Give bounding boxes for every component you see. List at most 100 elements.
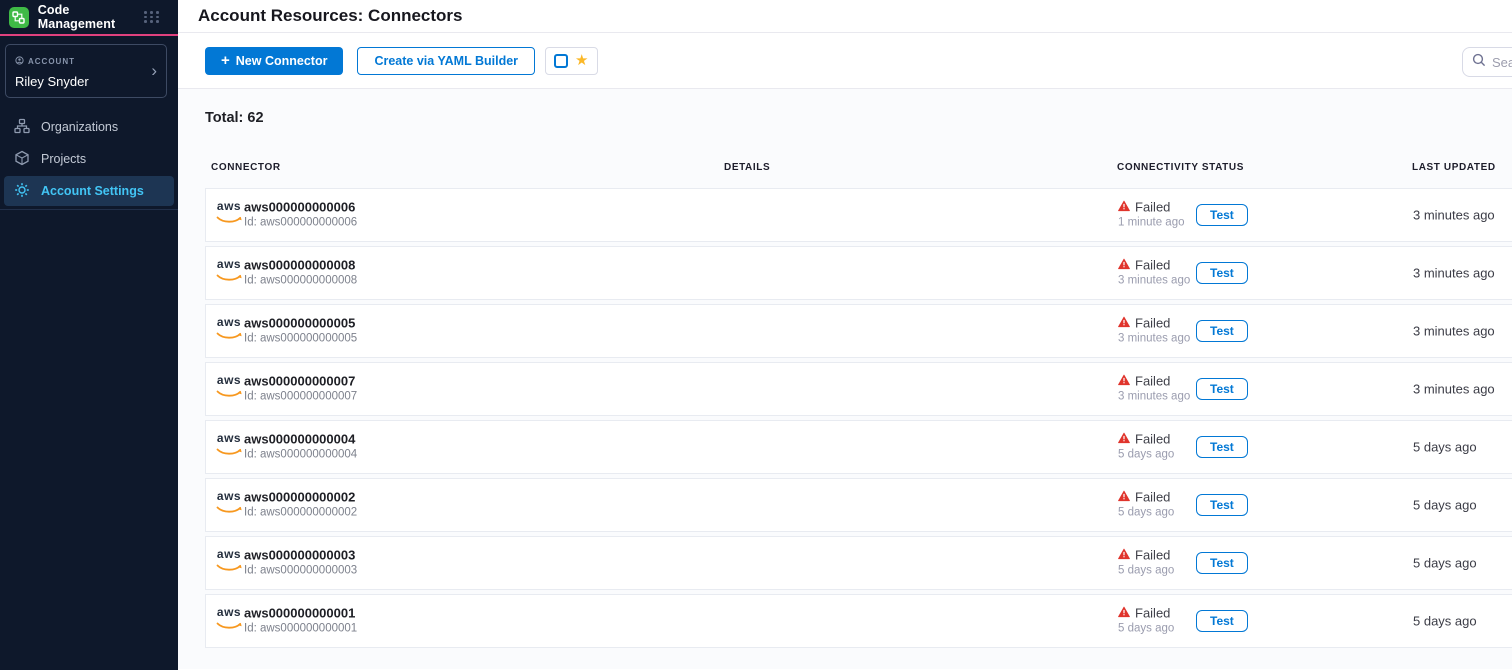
status-text: Failed <box>1135 258 1170 273</box>
error-triangle-icon <box>1118 548 1130 563</box>
rows: aws aws000000000006 Id: aws000000000006 … <box>205 188 1512 648</box>
aws-icon: aws <box>215 607 243 635</box>
status-text: Failed <box>1135 374 1170 389</box>
chevron-right-icon: › <box>151 62 157 79</box>
table-row[interactable]: aws aws000000000007 Id: aws000000000007 … <box>205 362 1512 416</box>
connector-name-cell: aws000000000003 Id: aws000000000003 <box>244 548 357 579</box>
connector-name: aws000000000004 <box>244 432 357 448</box>
aws-icon: aws <box>215 375 243 403</box>
status-time: 5 days ago <box>1118 564 1174 579</box>
connector-name-cell: aws000000000002 Id: aws000000000002 <box>244 490 357 521</box>
account-name: Riley Snyder <box>15 74 158 89</box>
connector-name-cell: aws000000000007 Id: aws000000000007 <box>244 374 357 405</box>
connector-id: Id: aws000000000006 <box>244 216 357 231</box>
status-text: Failed <box>1135 606 1170 621</box>
sidebar-item-label: Projects <box>41 152 86 166</box>
test-button[interactable]: Test <box>1196 494 1248 516</box>
test-button[interactable]: Test <box>1196 378 1248 400</box>
table-row[interactable]: aws aws000000000005 Id: aws000000000005 … <box>205 304 1512 358</box>
column-header-connectivity-status: CONNECTIVITY STATUS <box>1117 162 1244 173</box>
gear-icon <box>14 182 30 201</box>
status-time: 5 days ago <box>1118 448 1174 463</box>
projects-cube-icon <box>14 150 30 169</box>
aws-icon: aws <box>215 201 243 229</box>
connectivity-status-cell: Failed 5 days ago <box>1118 606 1174 637</box>
connector-name: aws000000000002 <box>244 490 357 506</box>
main-area: Account Resources: Connectors + New Conn… <box>178 0 1512 670</box>
connector-name-cell: aws000000000005 Id: aws000000000005 <box>244 316 357 347</box>
connector-name: aws000000000003 <box>244 548 357 564</box>
table-row[interactable]: aws aws000000000006 Id: aws000000000006 … <box>205 188 1512 242</box>
connector-id: Id: aws000000000002 <box>244 506 357 521</box>
table-row[interactable]: aws aws000000000002 Id: aws000000000002 … <box>205 478 1512 532</box>
brand-title: Code Management <box>38 3 144 31</box>
page-title: Account Resources: Connectors <box>198 6 463 26</box>
toolbar: + New Connector Create via YAML Builder … <box>178 33 1512 89</box>
test-button[interactable]: Test <box>1196 204 1248 226</box>
account-scope-icon <box>15 52 24 70</box>
search-icon <box>1472 53 1486 72</box>
connectivity-status-cell: Failed 5 days ago <box>1118 548 1174 579</box>
table-row[interactable]: aws aws000000000003 Id: aws000000000003 … <box>205 536 1512 590</box>
test-button[interactable]: Test <box>1196 262 1248 284</box>
star-icon[interactable]: ★ <box>575 53 588 68</box>
search-box <box>1462 47 1512 77</box>
test-button[interactable]: Test <box>1196 320 1248 342</box>
sidebar-item-label: Account Settings <box>41 184 144 198</box>
connectivity-status-cell: Failed 5 days ago <box>1118 432 1174 463</box>
aws-icon: aws <box>215 549 243 577</box>
connectivity-status-cell: Failed 1 minute ago <box>1118 200 1185 231</box>
connector-name: aws000000000007 <box>244 374 357 390</box>
status-time: 3 minutes ago <box>1118 274 1190 289</box>
error-triangle-icon <box>1118 258 1130 273</box>
sidebar-item-account-settings[interactable]: Account Settings <box>4 176 174 206</box>
last-updated: 3 minutes ago <box>1413 324 1495 339</box>
plus-icon: + <box>221 52 230 69</box>
favorites-filter-group: ★ <box>545 47 597 75</box>
table-row[interactable]: aws aws000000000008 Id: aws000000000008 … <box>205 246 1512 300</box>
status-text: Failed <box>1135 490 1170 505</box>
sidebar-item-label: Organizations <box>41 120 118 134</box>
error-triangle-icon <box>1118 374 1130 389</box>
connector-name-cell: aws000000000008 Id: aws000000000008 <box>244 258 357 289</box>
column-header-connector: CONNECTOR <box>211 162 281 173</box>
brand-divider <box>0 34 178 36</box>
test-button[interactable]: Test <box>1196 552 1248 574</box>
connectivity-status-cell: Failed 5 days ago <box>1118 490 1174 521</box>
last-updated: 3 minutes ago <box>1413 382 1495 397</box>
last-updated: 5 days ago <box>1413 440 1477 455</box>
aws-icon: aws <box>215 491 243 519</box>
account-selector[interactable]: ACCOUNT Riley Snyder › <box>5 44 167 98</box>
account-scope-label: ACCOUNT <box>28 57 75 66</box>
connector-name: aws000000000005 <box>244 316 357 332</box>
favorites-checkbox[interactable] <box>554 54 568 68</box>
aws-icon: aws <box>215 317 243 345</box>
last-updated: 5 days ago <box>1413 556 1477 571</box>
test-button[interactable]: Test <box>1196 610 1248 632</box>
code-management-logo-icon[interactable] <box>9 7 29 28</box>
sidebar-item-projects[interactable]: Projects <box>4 144 174 174</box>
new-connector-label: New Connector <box>236 54 328 68</box>
sidebar-item-organizations[interactable]: Organizations <box>4 112 174 142</box>
connector-name: aws000000000008 <box>244 258 357 274</box>
module-grid-icon[interactable] <box>144 11 160 23</box>
nav-divider <box>0 209 178 210</box>
new-connector-button[interactable]: + New Connector <box>205 47 343 75</box>
status-text: Failed <box>1135 432 1170 447</box>
column-header-last-updated: LAST UPDATED <box>1412 162 1496 173</box>
page-header: Account Resources: Connectors <box>178 0 1512 33</box>
last-updated: 3 minutes ago <box>1413 208 1495 223</box>
connector-id: Id: aws000000000005 <box>244 332 357 347</box>
search-input[interactable] <box>1492 55 1512 70</box>
yaml-builder-button[interactable]: Create via YAML Builder <box>357 47 535 75</box>
connector-name-cell: aws000000000006 Id: aws000000000006 <box>244 200 357 231</box>
last-updated: 5 days ago <box>1413 614 1477 629</box>
connector-name: aws000000000006 <box>244 200 357 216</box>
table-header: CONNECTOR DETAILS CONNECTIVITY STATUS LA… <box>205 162 1512 175</box>
table-row[interactable]: aws aws000000000001 Id: aws000000000001 … <box>205 594 1512 648</box>
table-row[interactable]: aws aws000000000004 Id: aws000000000004 … <box>205 420 1512 474</box>
status-time: 1 minute ago <box>1118 216 1185 231</box>
connector-name: aws000000000001 <box>244 606 357 622</box>
total-count: Total: 62 <box>205 110 1512 128</box>
test-button[interactable]: Test <box>1196 436 1248 458</box>
